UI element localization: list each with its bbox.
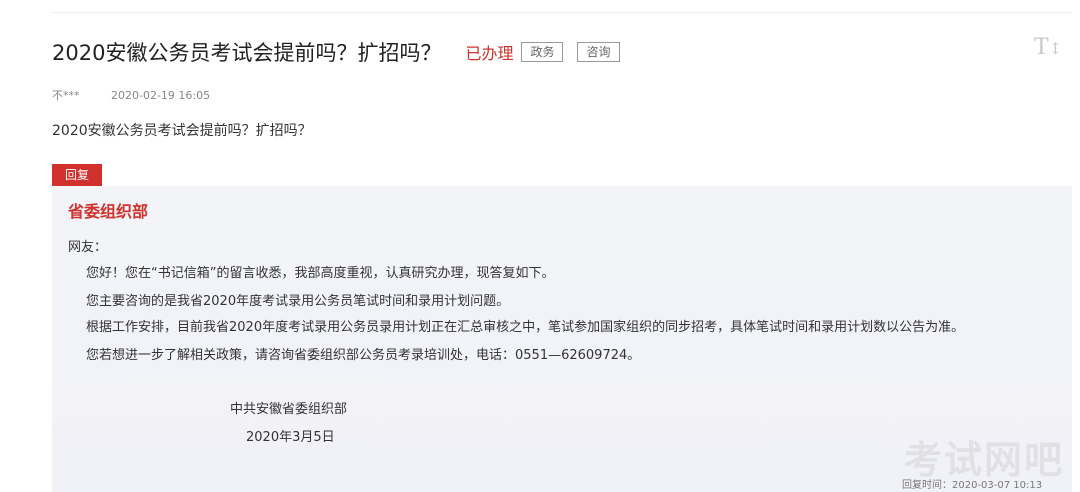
page-title: 2020安徽公务员考试会提前吗？扩招吗？ xyxy=(52,41,442,65)
post-meta: 不*** 2020-02-19 16:05 xyxy=(52,87,210,103)
reply-paragraph: 您若想进一步了解相关政策，请咨询省委组织部公务员考录培训处，电话：0551—62… xyxy=(86,348,641,363)
reply-signature: 中共安徽省委组织部 xyxy=(230,402,348,417)
reply-panel xyxy=(52,186,1072,492)
reply-department: 省委组织部 xyxy=(68,202,149,221)
reply-paragraph: 您好！您在“书记信箱”的留言收悉，我部高度重视，认真研究办理，现答复如下。 xyxy=(86,266,555,281)
question-text: 2020安徽公务员考试会提前吗？扩招吗？ xyxy=(52,123,312,139)
reply-greeting: 网友： xyxy=(68,240,108,255)
status-badge: 已办理 xyxy=(465,44,514,63)
reply-paragraph: 您主要咨询的是我省2020年度考试录用公务员笔试时间和录用计划问题。 xyxy=(86,294,510,309)
tag-consult[interactable]: 咨询 xyxy=(577,42,620,62)
reply-signature-date: 2020年3月5日 xyxy=(246,430,335,445)
title-row: 2020安徽公务员考试会提前吗？扩招吗？ 已办理 政务 咨询 xyxy=(52,36,620,68)
tag-government[interactable]: 政务 xyxy=(521,42,564,62)
font-size-icon[interactable]: T↕ xyxy=(1034,34,1062,62)
top-divider xyxy=(52,12,1072,13)
reply-badge: 回复 xyxy=(52,164,102,186)
author-name: 不*** xyxy=(52,89,80,102)
post-date: 2020-02-19 16:05 xyxy=(111,89,211,102)
reply-time: 回复时间：2020-03-07 10:13 xyxy=(902,480,1043,491)
reply-paragraph: 根据工作安排，目前我省2020年度考试录用公务员录用计划正在汇总审核之中，笔试参… xyxy=(86,320,965,335)
